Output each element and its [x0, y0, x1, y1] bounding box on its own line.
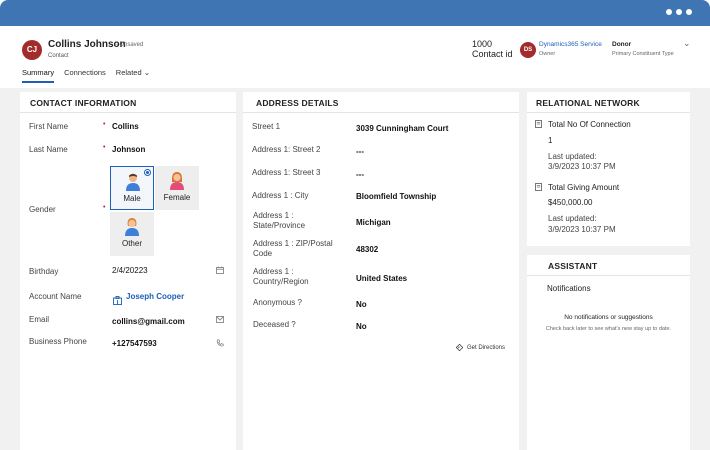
record-tabs: Summary Connections Related ⌄ — [22, 68, 150, 83]
mail-icon[interactable] — [216, 316, 224, 325]
street3-field[interactable]: --- — [356, 170, 364, 179]
gender-option-other[interactable]: Other — [110, 212, 154, 256]
required-marker: • — [103, 144, 106, 151]
section-title: ASSISTANT — [548, 261, 598, 271]
female-label: Female — [163, 193, 191, 202]
contact-number: 1000 — [472, 39, 493, 49]
tab-related-label: Related — [115, 68, 142, 77]
deceased-label: Deceased ? — [253, 320, 296, 329]
assistant-section: ASSISTANT Notifications No notifications… — [527, 255, 690, 450]
anonymous-label: Anonymous ? — [253, 298, 302, 307]
entity-label: Contact — [48, 53, 69, 59]
relational-network-section: RELATIONAL NETWORK Total No Of Connectio… — [527, 92, 690, 246]
calendar-icon[interactable] — [216, 266, 224, 276]
other-person-icon — [124, 218, 140, 236]
female-person-icon — [169, 172, 185, 190]
document-icon — [535, 183, 542, 193]
more-options-icon[interactable] — [666, 9, 692, 15]
email-field[interactable]: collins@gmail.com — [112, 317, 185, 326]
street2-field[interactable]: --- — [356, 147, 364, 156]
total-connections-title: Total No Of Connection — [548, 120, 631, 129]
other-label: Other — [121, 239, 142, 248]
chevron-down-icon: ⌄ — [143, 68, 151, 77]
male-person-icon — [125, 173, 141, 191]
owner-label: Owner — [539, 51, 556, 57]
first-name-label: First Name — [29, 122, 69, 131]
account-icon — [113, 292, 122, 310]
directions-icon — [455, 343, 464, 352]
empty-state-subtitle: Check back later to see what's new stay … — [545, 326, 672, 332]
city-field[interactable]: Bloomfield Township — [356, 192, 436, 201]
record-header: CJ Collins Johnson - Unsaved Contact 100… — [0, 26, 710, 88]
business-phone-label: Business Phone — [29, 337, 87, 346]
city-label: Address 1 : City — [252, 191, 309, 200]
last-name-field[interactable]: Johnson — [112, 145, 145, 154]
section-title: ADDRESS DETAILS — [256, 98, 339, 108]
total-giving-value: $450,000.00 — [548, 198, 593, 207]
state-field[interactable]: Michigan — [356, 218, 391, 227]
section-title: RELATIONAL NETWORK — [536, 98, 640, 108]
contact-avatar: CJ — [22, 40, 42, 60]
street1-label: Street 1 — [252, 122, 281, 131]
tab-connections[interactable]: Connections — [64, 68, 106, 83]
unsaved-indicator: - Unsaved — [116, 42, 144, 48]
gender-label: Gender — [29, 205, 56, 214]
window-title-bar — [0, 0, 710, 26]
gender-option-female[interactable]: Female — [155, 166, 199, 210]
street3-label: Address 1: Street 3 — [252, 168, 321, 177]
last-updated-label: Last updated: — [548, 214, 597, 223]
record-title: Collins Johnson — [48, 39, 126, 50]
account-name-link[interactable]: Joseph Cooper — [126, 292, 184, 301]
divider — [20, 112, 236, 113]
radio-selected-icon — [144, 169, 151, 176]
last-name-label: Last Name — [29, 145, 68, 154]
contact-id-label: Contact id — [472, 49, 513, 59]
gender-option-male[interactable]: Male — [110, 166, 154, 210]
divider — [527, 112, 690, 113]
state-label: Address 1 : State/Province — [253, 211, 306, 230]
divider — [527, 275, 690, 276]
email-label: Email — [29, 315, 50, 324]
get-directions-button[interactable]: Get Directions — [455, 343, 506, 352]
address-details-section: ADDRESS DETAILS Street 1 3039 Cunningham… — [243, 92, 519, 450]
birthday-field[interactable]: 2/4/20223 — [112, 266, 148, 275]
owner-avatar: DS — [520, 42, 536, 58]
account-name-label: Account Name — [29, 292, 82, 301]
required-marker: • — [103, 121, 106, 128]
zip-field[interactable]: 48302 — [356, 245, 378, 254]
last-updated-value: 3/9/2023 10:37 PM — [548, 225, 616, 234]
deceased-field[interactable]: No — [356, 322, 367, 331]
last-updated-label: Last updated: — [548, 152, 597, 161]
phone-icon[interactable] — [216, 339, 224, 349]
document-icon — [535, 120, 542, 130]
last-updated-value: 3/9/2023 10:37 PM — [548, 162, 616, 171]
zip-label: Address 1 : ZIP/Postal Code — [253, 239, 333, 258]
tab-summary[interactable]: Summary — [22, 68, 55, 83]
contact-information-section: CONTACT INFORMATION First Name • Collins… — [20, 92, 236, 450]
male-label: Male — [123, 194, 141, 203]
first-name-field[interactable]: Collins — [112, 122, 139, 131]
divider — [243, 112, 519, 113]
owner-link[interactable]: Dynamics365 Service — [539, 41, 602, 48]
birthday-label: Birthday — [29, 267, 59, 276]
constituent-type-label: Primary Constituent Type — [612, 51, 674, 57]
section-title: CONTACT INFORMATION — [30, 98, 137, 108]
chevron-down-icon[interactable]: ⌄ — [683, 38, 691, 49]
tab-related[interactable]: Related ⌄ — [116, 68, 150, 83]
country-field[interactable]: United States — [356, 274, 407, 283]
get-directions-label: Get Directions — [467, 344, 506, 351]
required-marker: • — [103, 204, 106, 211]
country-label: Address 1 : Country/Region — [253, 267, 309, 286]
street1-field[interactable]: 3039 Cunningham Court — [356, 124, 448, 133]
total-giving-title: Total Giving Amount — [548, 183, 620, 192]
total-connections-value: 1 — [548, 136, 553, 145]
business-phone-field[interactable]: +127547593 — [112, 339, 157, 348]
notifications-label: Notifications — [547, 284, 591, 293]
constituent-type-value: Donor — [612, 41, 632, 48]
street2-label: Address 1: Street 2 — [252, 145, 321, 154]
empty-state-title: No notifications or suggestions — [564, 314, 653, 321]
anonymous-field[interactable]: No — [356, 300, 367, 309]
